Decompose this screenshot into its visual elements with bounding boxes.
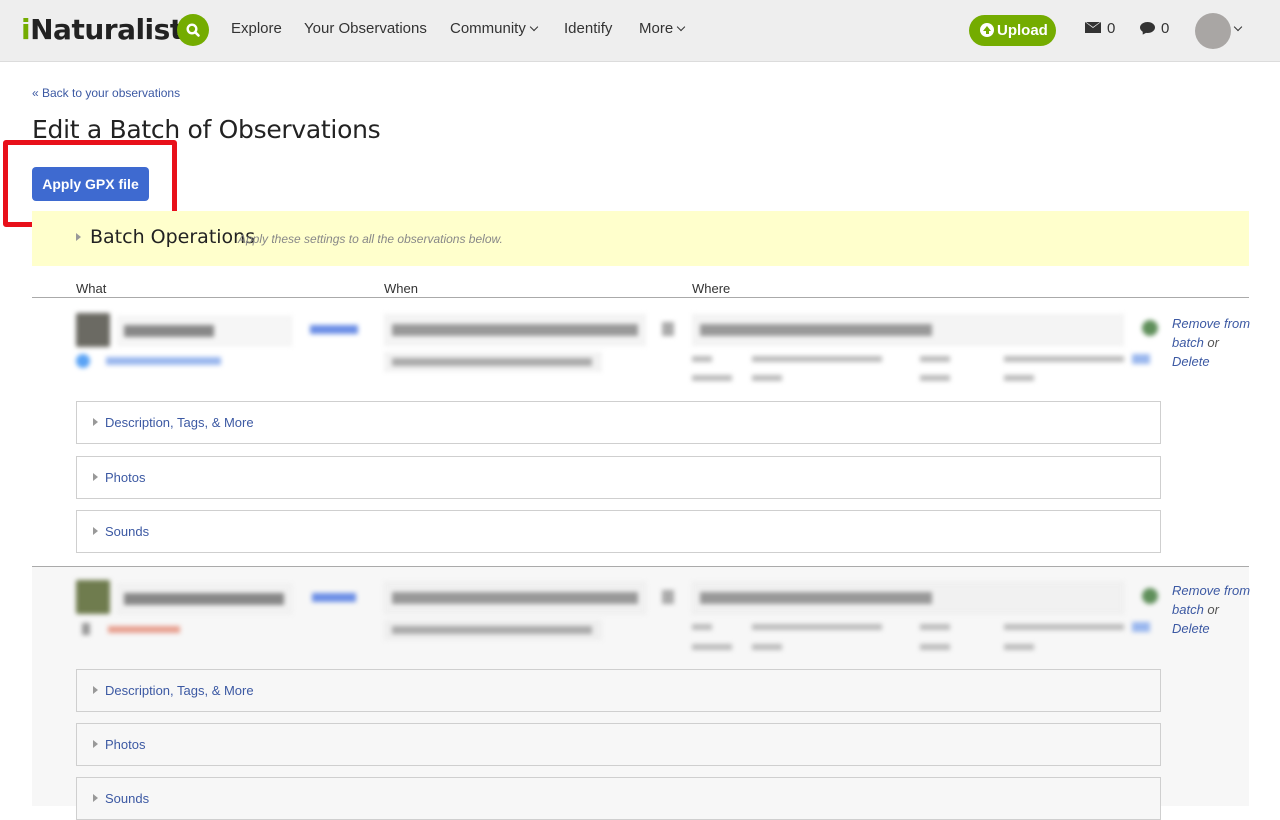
observation-actions: Remove from batch or Delete: [1172, 583, 1251, 636]
sounds-section[interactable]: Sounds: [76, 777, 1161, 820]
geoprivacy-label: [920, 644, 950, 650]
photos-section[interactable]: Photos: [76, 456, 1161, 499]
sounds-section[interactable]: Sounds: [76, 510, 1161, 553]
batch-operations-subtitle: Apply these settings to all the observat…: [238, 232, 503, 246]
inaturalist-logo[interactable]: iNaturalist: [21, 13, 183, 46]
caret-right-icon: [93, 686, 98, 694]
lat-label: [692, 624, 712, 630]
calendar-icon: [662, 590, 674, 604]
place-label: [692, 644, 732, 650]
batch-operations-panel[interactable]: Batch Operations Apply these settings to…: [32, 211, 1249, 266]
nav-your-observations[interactable]: Your Observations: [304, 20, 427, 37]
chevron-down-icon[interactable]: [1233, 22, 1243, 32]
location-toggle[interactable]: [1132, 354, 1150, 364]
caret-right-icon: [93, 418, 98, 426]
lookup-link[interactable]: [312, 593, 356, 602]
apply-gpx-file-button[interactable]: Apply GPX file: [32, 167, 149, 201]
observation-row: Remove from batch or Delete Description, …: [32, 566, 1251, 820]
location-text: [700, 324, 932, 336]
place-label: [692, 375, 732, 381]
timezone-text: [392, 626, 592, 634]
column-header-where: Where: [692, 281, 731, 296]
place-value: [752, 644, 782, 650]
page-title: Edit a Batch of Observations: [32, 115, 381, 144]
id-icon: [76, 354, 90, 368]
geoprivacy-value: [1004, 375, 1034, 381]
date-text: [392, 592, 638, 604]
search-button[interactable]: [177, 14, 209, 46]
date-text: [392, 324, 638, 336]
notifications-count: 0: [1161, 20, 1170, 37]
lat-value: [752, 356, 882, 362]
chevron-down-icon: [529, 22, 539, 32]
timezone-text: [392, 358, 592, 366]
location-text: [700, 592, 932, 604]
search-icon: [186, 23, 200, 37]
messages-button[interactable]: 0: [1085, 20, 1115, 37]
lat-value: [752, 624, 882, 630]
calendar-icon: [662, 322, 674, 336]
photos-section[interactable]: Photos: [76, 723, 1161, 766]
lookup-link[interactable]: [310, 325, 358, 334]
caret-right-icon: [93, 740, 98, 748]
species-text: [124, 325, 214, 337]
top-navbar: iNaturalist Explore Your Observations Co…: [0, 0, 1280, 62]
upload-button[interactable]: Upload: [969, 15, 1056, 46]
column-header-what: What: [76, 281, 107, 296]
map-icon[interactable]: [1142, 588, 1158, 604]
description-tags-section[interactable]: Description, Tags, & More: [76, 401, 1161, 444]
nav-community[interactable]: Community: [450, 20, 539, 37]
notifications-button[interactable]: 0: [1140, 20, 1169, 37]
nav-more[interactable]: More: [639, 20, 686, 37]
chat-bubble-icon: [1140, 22, 1155, 33]
column-header-when: When: [384, 281, 418, 296]
taxon-status-text: [108, 626, 180, 633]
acc-value: [1004, 356, 1124, 362]
nav-explore[interactable]: Explore: [231, 20, 282, 37]
batch-operations-title[interactable]: Batch Operations: [90, 226, 255, 248]
divider: [32, 566, 1249, 567]
caret-right-icon: [93, 527, 98, 535]
lat-label: [692, 356, 712, 362]
species-text: [124, 593, 284, 605]
taxon-photo: [76, 313, 110, 347]
nav-identify[interactable]: Identify: [564, 20, 612, 37]
messages-count: 0: [1107, 20, 1116, 37]
geoprivacy-value: [1004, 644, 1034, 650]
chevron-down-icon: [676, 22, 686, 32]
envelope-icon: [1085, 22, 1101, 33]
geoprivacy-label: [920, 375, 950, 381]
user-avatar[interactable]: [1195, 13, 1231, 49]
place-value: [752, 375, 782, 381]
id-icon: [82, 623, 90, 635]
caret-right-icon: [93, 794, 98, 802]
taxon-link: [106, 357, 221, 365]
map-icon[interactable]: [1142, 320, 1158, 336]
observation-row: Remove from batch or Delete Description, …: [32, 298, 1251, 566]
delete-link[interactable]: Delete: [1172, 621, 1210, 636]
delete-link[interactable]: Delete: [1172, 354, 1210, 369]
acc-label: [920, 624, 950, 630]
caret-right-icon: [76, 233, 81, 241]
taxon-photo: [76, 580, 110, 614]
observation-actions: Remove from batch or Delete: [1172, 316, 1251, 369]
caret-right-icon: [93, 473, 98, 481]
location-toggle[interactable]: [1132, 622, 1150, 632]
description-tags-section[interactable]: Description, Tags, & More: [76, 669, 1161, 712]
acc-value: [1004, 624, 1124, 630]
arrow-up-circle-icon: [980, 23, 994, 37]
back-to-observations-link[interactable]: « Back to your observations: [32, 86, 180, 100]
acc-label: [920, 356, 950, 362]
